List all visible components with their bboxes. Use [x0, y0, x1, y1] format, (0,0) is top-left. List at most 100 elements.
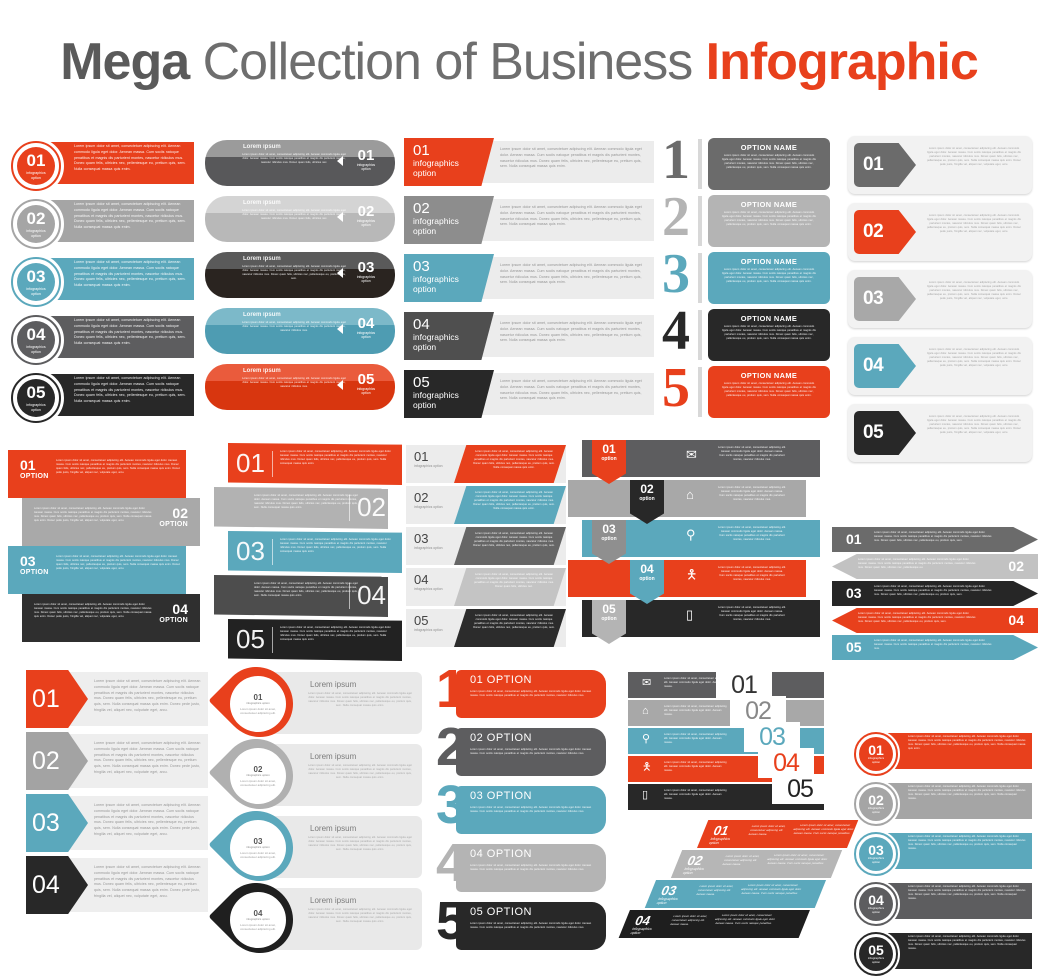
list-item[interactable]: 03 infographics option Lorem ipsum dolor si… — [852, 830, 1032, 878]
number-badge[interactable]: 02 infographics option — [852, 780, 900, 828]
list-item[interactable]: 01 infographics option Lorem ipsum dolor si… — [654, 820, 874, 850]
list-item[interactable]: 05 Lorem ipsum dolor sit amet, consectetu… — [832, 635, 1038, 662]
list-item[interactable]: 03 infographics option Lorem ipsum dolor si… — [630, 880, 850, 910]
list-item[interactable]: 03 infographics option Lorem ipsum dolor s… — [208, 796, 422, 896]
list-item[interactable]: 03 Lorem ipsum dolor sit amet, consectetu… — [848, 270, 1032, 328]
list-item[interactable]: 03 OPTION Lorem ipsum dolor sit amet, cons… — [8, 546, 200, 594]
list-item[interactable]: 04 OPTION Lorem ipsum dolor sit amet, cons… — [8, 594, 200, 642]
list-item[interactable]: 03 Lorem ipsum dolor sit amet, consectetu… — [214, 531, 402, 575]
list-item[interactable]: Lorem ipsum Lorem ipsum dolor sit amet, c… — [205, 140, 395, 186]
number-badge[interactable]: 02 infographics option — [8, 196, 64, 252]
number-label: 02 — [863, 221, 884, 242]
list-item[interactable]: 04 infographics option Lorem ipsum dolor s… — [208, 868, 422, 968]
list-item[interactable]: 05 infographics option Lorem ipsum dolor si… — [852, 930, 1032, 978]
list-item[interactable]: 02 infographics option Lorem ipsum dolor s… — [208, 724, 422, 824]
list-item[interactable]: 01 Lorem ipsum dolor sit amet, consectetu… — [8, 670, 208, 732]
list-item[interactable]: 02 Lorem ipsum dolor sit amet, consectetu… — [214, 487, 402, 531]
number-label: 04 — [640, 562, 654, 576]
list-item[interactable]: 04 Lorem ipsum dolor sit amet, consectetu… — [832, 608, 1038, 635]
list-item[interactable]: 02 OPTION Lorem ipsum dolor sit amet, cons… — [8, 498, 200, 546]
number-arrow-tab[interactable]: 01 option — [592, 440, 626, 484]
list-item[interactable]: 5 05 OPTION Lorem ipsum dolor sit amet, co… — [436, 894, 612, 958]
list-item[interactable]: 02 Lorem ipsum dolor sit amet, consectetu… — [832, 554, 1038, 581]
list-item[interactable]: 4 04 OPTION Lorem ipsum dolor sit amet, co… — [436, 836, 612, 900]
list-item[interactable]: 04 infographics option Lorem ipsum dolor si… — [852, 880, 1032, 928]
option-card[interactable]: OPTION NAME Lorem ipsum dolor sit amet, c… — [708, 366, 830, 418]
list-item[interactable]: 04 option 🯅 Lorem ipsum dolor sit amet, con… — [568, 560, 822, 604]
list-item[interactable]: 04 Lorem ipsum dolor sit amet, consectetu… — [8, 856, 208, 918]
list-item[interactable]: 2 02 OPTION Lorem ipsum dolor sit amet, co… — [436, 720, 612, 784]
list-item[interactable]: 01 Lorem ipsum dolor sit amet, consectetu… — [832, 527, 1038, 554]
list-item[interactable]: 1 01 OPTION Lorem ipsum dolor sit amet, co… — [436, 662, 612, 726]
number-arrow-tab[interactable]: 04 option — [630, 560, 664, 604]
list-item[interactable]: 02 option ⌂ Lorem ipsum dolor sit amet, con… — [568, 480, 822, 524]
number-badge[interactable]: 04 infographics option — [852, 880, 900, 928]
list-item[interactable]: Lorem ipsum Lorem ipsum dolor sit amet, c… — [205, 308, 395, 354]
list-item[interactable]: 03 Lorem ipsum dolor sit amet, consectetu… — [832, 581, 1038, 608]
number-arrow-tab[interactable]: 05 option — [592, 600, 626, 644]
number-tag[interactable]: 02 infographics option — [404, 196, 494, 244]
option-card[interactable]: OPTION NAME Lorem ipsum dolor sit amet, c… — [708, 309, 830, 361]
number-tab[interactable]: 05 — [854, 411, 916, 455]
number-tab[interactable]: 04 — [854, 344, 916, 388]
list-item[interactable]: 04 Lorem ipsum dolor sit amet, consectetu… — [214, 575, 402, 619]
list-item[interactable]: 04 infographics option Lorem ipsum dolor s… — [406, 568, 566, 609]
number-label: 04 — [172, 601, 188, 617]
list-item[interactable]: 05 infographics option Lorem ipsum dolor s… — [406, 609, 566, 650]
number-tag[interactable]: 03 infographics option — [404, 254, 494, 302]
number-label: 05 — [236, 624, 265, 654]
block-pill-split-bars: Lorem ipsum Lorem ipsum dolor sit amet, c… — [205, 140, 395, 420]
list-item[interactable]: 04 infographics option Lorem ipsum dolor si… — [618, 910, 838, 940]
number-badge[interactable]: 04 infographics option — [8, 312, 64, 368]
body-text: Lorem ipsum dolor sit amet, consectetuer… — [718, 606, 786, 621]
list-item[interactable]: Lorem ipsum Lorem ipsum dolor sit amet, c… — [205, 252, 395, 298]
number-badge[interactable]: 03 infographics option — [852, 830, 900, 878]
number-tag[interactable]: 05 infographics option — [404, 370, 494, 418]
list-item[interactable]: 02 infographics option Lorem ipsum dolor s… — [406, 486, 566, 527]
list-item[interactable]: 05 option ▯ Lorem ipsum dolor sit amet, con… — [568, 600, 822, 644]
list-item[interactable]: 01 Lorem ipsum dolor sit amet, consectetu… — [214, 443, 402, 487]
list-item[interactable]: 02 infographics option Lorem ipsum dolor si… — [852, 780, 1032, 828]
number-arrow-tab[interactable]: 03 option — [592, 520, 626, 564]
body-text-right: Lorem ipsum dolor sit amet, consectetuer… — [766, 854, 829, 865]
list-item[interactable]: 01 infographics option Lorem ipsum dolor s… — [406, 445, 566, 486]
number-badge[interactable]: 05 infographics option — [8, 370, 64, 426]
list-item[interactable]: 05 Lorem ipsum dolor sit amet, consectetu… — [848, 404, 1032, 462]
number-badge[interactable]: 01 infographics option — [852, 730, 900, 778]
option-heading: 04 OPTION — [470, 848, 532, 860]
number-tag[interactable]: 01 infographics option — [404, 138, 494, 186]
divider — [698, 310, 702, 360]
list-item[interactable]: Lorem ipsum Lorem ipsum dolor sit amet, c… — [205, 196, 395, 242]
list-item[interactable]: 03 Lorem ipsum dolor sit amet, consectetu… — [8, 794, 208, 856]
list-item[interactable]: 01 infographics option Lorem ipsum dolor s… — [208, 652, 422, 752]
pin-body-text: Lorem ipsum dolor sit amet, consectetuer… — [240, 850, 276, 860]
number-tab[interactable]: 03 — [854, 277, 916, 321]
option-card[interactable]: OPTION NAME Lorem ipsum dolor sit amet, c… — [708, 138, 830, 190]
body-text: Lorem ipsum dolor sit amet, consectetuer… — [718, 566, 786, 581]
list-item[interactable]: 03 option ⚲ Lorem ipsum dolor sit amet, con… — [568, 520, 822, 564]
list-item[interactable]: 02 infographics option Lorem ipsum dolor si… — [642, 850, 862, 880]
list-item[interactable]: 04 Lorem ipsum dolor sit amet, consectetu… — [848, 337, 1032, 395]
number-badge[interactable]: 03 infographics option — [8, 254, 64, 310]
list-item[interactable]: 02 Lorem ipsum dolor sit amet, consectetu… — [848, 203, 1032, 261]
option-card[interactable]: OPTION NAME Lorem ipsum dolor sit amet, c… — [708, 252, 830, 304]
list-item[interactable]: 02 Lorem ipsum dolor sit amet, consectetu… — [8, 732, 208, 794]
block-arrow-tab-icon-bars: 01 option ✉ Lorem ipsum dolor sit amet, con… — [568, 440, 822, 644]
number-tag[interactable]: 04 infographics option — [404, 312, 494, 360]
list-item[interactable]: 01 option ✉ Lorem ipsum dolor sit amet, con… — [568, 440, 822, 484]
number-label: 01 — [32, 684, 60, 713]
number-badge[interactable]: 01 infographics option — [8, 138, 64, 194]
body-text: Lorem ipsum dolor sit amet, consectetuer… — [908, 735, 1026, 750]
number-tab[interactable]: 02 — [854, 210, 916, 254]
list-item[interactable]: 01 OPTION Lorem ipsum dolor sit amet, cons… — [8, 450, 200, 498]
number-tab[interactable]: 01 — [854, 143, 916, 187]
option-card[interactable]: OPTION NAME Lorem ipsum dolor sit amet, c… — [708, 195, 830, 247]
list-item[interactable]: 3 03 OPTION Lorem ipsum dolor sit amet, co… — [436, 778, 612, 842]
list-item[interactable]: 01 Lorem ipsum dolor sit amet, consectetu… — [848, 136, 1032, 194]
list-item[interactable]: 03 infographics option Lorem ipsum dolor s… — [406, 527, 566, 568]
number-arrow-tab[interactable]: 02 option — [630, 480, 664, 524]
list-item[interactable]: 01 infographics option Lorem ipsum dolor si… — [852, 730, 1032, 778]
number-badge[interactable]: 05 infographics option — [852, 930, 900, 978]
list-item[interactable]: Lorem ipsum Lorem ipsum dolor sit amet, c… — [205, 364, 395, 410]
list-item[interactable]: 05 Lorem ipsum dolor sit amet, consectetu… — [214, 619, 402, 663]
